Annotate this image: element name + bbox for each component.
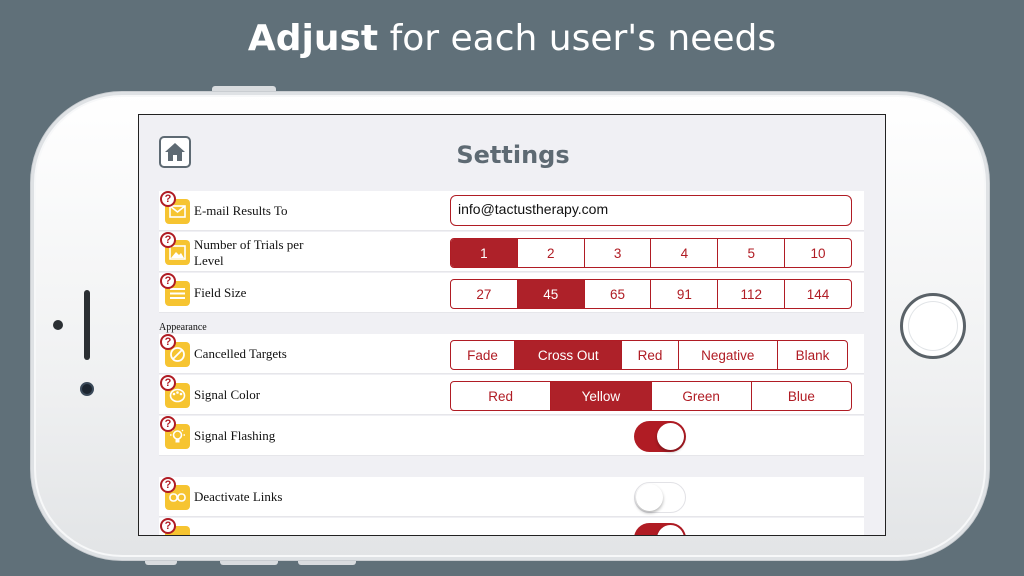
field-size-segmented-control[interactable]: 27 45 65 91 112 144 xyxy=(450,279,852,309)
field-size-option[interactable]: 112 xyxy=(717,280,784,308)
cancelled-targets-option[interactable]: Red xyxy=(621,341,677,369)
toggle-knob xyxy=(636,484,663,511)
signal-color-segmented-control[interactable]: Red Yellow Green Blue xyxy=(450,381,852,411)
toggle-knob xyxy=(657,423,684,450)
setting-row-cancelled-targets: ? Cancelled Targets Fade Cross Out Red Nega… xyxy=(159,334,864,374)
cancelled-targets-option[interactable]: Fade xyxy=(451,341,514,369)
setting-row-partial: ? xyxy=(159,518,864,535)
signal-color-label: Signal Color xyxy=(194,387,261,402)
help-icon[interactable]: ? xyxy=(160,232,176,248)
trials-option[interactable]: 1 xyxy=(451,239,517,267)
cancelled-targets-option[interactable]: Negative xyxy=(677,341,778,369)
field-size-option[interactable]: 27 xyxy=(451,280,517,308)
setting-row-deactivate-links: ? Deactivate Links xyxy=(159,477,864,517)
headline-rest: for each user's needs xyxy=(378,18,777,59)
phone-sensor xyxy=(53,320,63,330)
cancelled-targets-option[interactable]: Cross Out xyxy=(514,341,622,369)
field-size-option[interactable]: 91 xyxy=(650,280,717,308)
signal-color-option[interactable]: Blue xyxy=(750,382,851,410)
marketing-headline: Adjust for each user's needs xyxy=(0,18,1024,59)
setting-row-email: ? E-mail Results To info@tactustherapy.c… xyxy=(159,191,864,231)
field-size-label: Field Size xyxy=(194,285,247,300)
field-size-option[interactable]: 45 xyxy=(516,280,584,308)
email-field[interactable]: info@tactustherapy.com xyxy=(450,195,852,226)
setting-row-trials: ? Number of Trials per Level 1 2 3 4 5 10 xyxy=(159,232,864,272)
trials-option[interactable]: 10 xyxy=(784,239,851,267)
deactivate-links-toggle[interactable] xyxy=(634,482,686,513)
section-header-appearance: Appearance xyxy=(159,322,207,333)
page-title: Settings xyxy=(456,141,570,169)
help-icon[interactable]: ? xyxy=(160,477,176,493)
cancelled-targets-option[interactable]: Blank xyxy=(777,341,847,369)
toggle-knob xyxy=(657,525,684,535)
app-screen: Settings ? E-mail Results To info@tactus… xyxy=(138,114,886,536)
trials-option[interactable]: 2 xyxy=(516,239,584,267)
setting-row-signal-flashing: ? Signal Flashing xyxy=(159,416,864,456)
help-icon[interactable]: ? xyxy=(160,518,176,534)
cancelled-targets-label: Cancelled Targets xyxy=(194,346,287,361)
partial-toggle[interactable] xyxy=(634,523,686,535)
phone-speaker xyxy=(84,290,90,360)
field-size-option[interactable]: 144 xyxy=(784,280,851,308)
signal-color-option[interactable]: Yellow xyxy=(550,382,651,410)
help-icon[interactable]: ? xyxy=(160,273,176,289)
help-icon[interactable]: ? xyxy=(160,191,176,207)
cancelled-targets-segmented-control[interactable]: Fade Cross Out Red Negative Blank xyxy=(450,340,848,370)
deactivate-links-label: Deactivate Links xyxy=(194,489,283,504)
signal-color-option[interactable]: Red xyxy=(451,382,550,410)
trials-label: Number of Trials per Level xyxy=(194,237,304,268)
signal-flashing-label: Signal Flashing xyxy=(194,428,276,443)
signal-color-option[interactable]: Green xyxy=(650,382,751,410)
help-icon[interactable]: ? xyxy=(160,334,176,350)
trials-option[interactable]: 3 xyxy=(583,239,651,267)
field-size-option[interactable]: 65 xyxy=(583,280,651,308)
signal-flashing-toggle[interactable] xyxy=(634,421,686,452)
setting-row-signal-color: ? Signal Color Red Yellow Green Blue xyxy=(159,375,864,415)
help-icon[interactable]: ? xyxy=(160,375,176,391)
trials-option[interactable]: 4 xyxy=(650,239,717,267)
phone-camera xyxy=(80,382,94,396)
help-icon[interactable]: ? xyxy=(160,416,176,432)
phone-home-button[interactable] xyxy=(900,293,966,359)
trials-segmented-control[interactable]: 1 2 3 4 5 10 xyxy=(450,238,852,268)
email-label: E-mail Results To xyxy=(194,203,288,218)
setting-row-field-size: ? Field Size 27 45 65 91 112 144 xyxy=(159,273,864,313)
trials-option[interactable]: 5 xyxy=(717,239,784,267)
headline-bold: Adjust xyxy=(247,18,379,59)
